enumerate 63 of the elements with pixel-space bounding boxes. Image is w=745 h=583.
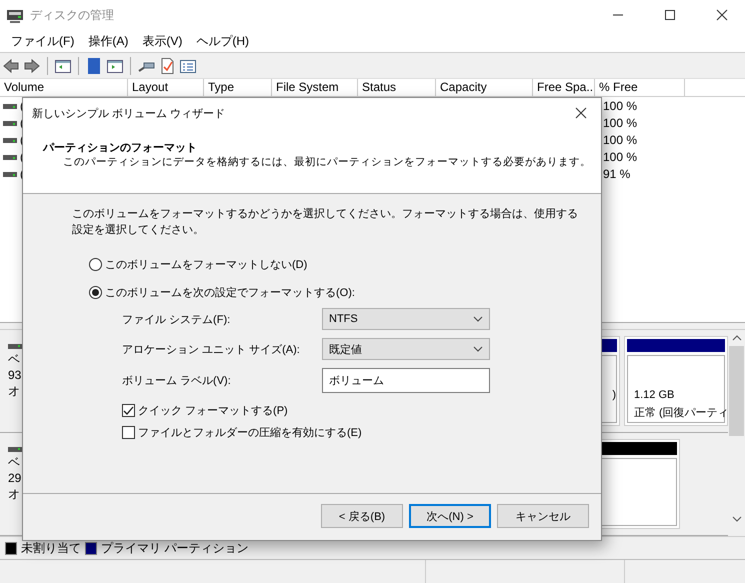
field-label: ファイル システム(F): <box>122 312 232 326</box>
close-icon <box>575 107 587 119</box>
back-icon[interactable] <box>2 56 20 74</box>
dropdown[interactable]: 既定値 <box>322 338 490 360</box>
partition-text: 1.12 GB <box>634 388 674 403</box>
menu-item[interactable]: ファイル(F) <box>4 32 82 50</box>
dropdown[interactable]: NTFS <box>322 308 490 330</box>
column-header[interactable]: Volume <box>0 79 128 96</box>
partition-text: ) <box>612 388 616 403</box>
page-subheading: このパーティションにデータを格納するには、最初にパーティションをフォーマットする必要があります。 <box>62 155 592 169</box>
chevron-down-icon <box>473 316 483 322</box>
column-header[interactable]: % Free <box>595 79 685 96</box>
close-icon <box>716 9 728 21</box>
table-cell: 100 % <box>603 150 638 164</box>
check-icon <box>123 406 134 416</box>
disk-label: ベ <box>8 351 21 367</box>
chevron-down-icon <box>473 346 483 352</box>
column-header[interactable]: Layout <box>128 79 204 96</box>
radio-button[interactable] <box>89 258 102 270</box>
table-cell: 100 % <box>603 116 638 130</box>
instructions-text: このボリュームをフォーマットするかどうかを選択してください。フォーマットする場合は、使用する設定を選択してください。 <box>72 207 579 238</box>
menu-item[interactable]: 表示(V) <box>135 32 190 50</box>
table-cell: 100 % <box>603 98 638 112</box>
forward-icon[interactable] <box>23 56 41 74</box>
dialog-button[interactable]: キャンセル <box>497 504 589 528</box>
column-header[interactable]: File System <box>272 79 358 96</box>
radio-label: このボリュームを次の設定でフォーマットする(O): <box>105 286 355 300</box>
dialog-title: 新しいシンプル ボリューム ウィザード <box>32 106 226 120</box>
menu-item[interactable]: ヘルプ(H) <box>189 32 256 50</box>
dialog-button[interactable]: 次へ(N) > <box>409 504 491 528</box>
field-label: ボリューム ラベル(V): <box>122 374 232 388</box>
column-header[interactable]: Status <box>358 79 436 96</box>
partition-text: 正常 (回復パーティ <box>634 406 729 421</box>
disk-label: ベ <box>8 454 21 470</box>
column-header[interactable]: Free Spa... <box>533 79 595 96</box>
scroll-down-icon <box>732 515 742 523</box>
disk-label: オ <box>8 486 21 502</box>
drive-icon <box>8 445 22 454</box>
legend-label: 未割り当て <box>21 540 81 556</box>
radio-button[interactable] <box>89 286 102 298</box>
table-cell: 100 % <box>603 132 638 146</box>
checkbox[interactable] <box>122 404 135 417</box>
table-cell: 91 % <box>603 166 630 180</box>
column-header[interactable]: Type <box>204 79 272 96</box>
column-header[interactable]: Capacity <box>436 79 533 96</box>
radio-label: このボリュームをフォーマットしない(D) <box>105 258 308 272</box>
maximize-icon <box>664 9 676 21</box>
checkbox-label: クイック フォーマットする(P) <box>138 404 288 418</box>
menu-item[interactable]: 操作(A) <box>81 32 136 50</box>
field-label: アロケーション ユニット サイズ(A): <box>122 342 301 356</box>
dialog-button[interactable]: < 戻る(B) <box>321 504 403 528</box>
scroll-up-icon <box>732 334 742 342</box>
checkbox-label: ファイルとフォルダーの圧縮を有効にする(E) <box>138 426 362 440</box>
legend-label: プライマリ パーティション <box>101 540 248 556</box>
disk-label: 93 <box>8 367 22 383</box>
page-heading: パーティションのフォーマット <box>43 141 198 155</box>
disk-label: オ <box>8 383 21 399</box>
window-title: ディスクの管理 <box>30 6 115 24</box>
disk-label: 29 <box>8 470 22 486</box>
drive-icon <box>8 342 22 351</box>
checkbox[interactable] <box>122 426 135 439</box>
input-field[interactable]: ボリューム <box>322 368 490 393</box>
partition-block[interactable]: 1.12 GB 正常 (回復パーティ <box>624 336 728 426</box>
